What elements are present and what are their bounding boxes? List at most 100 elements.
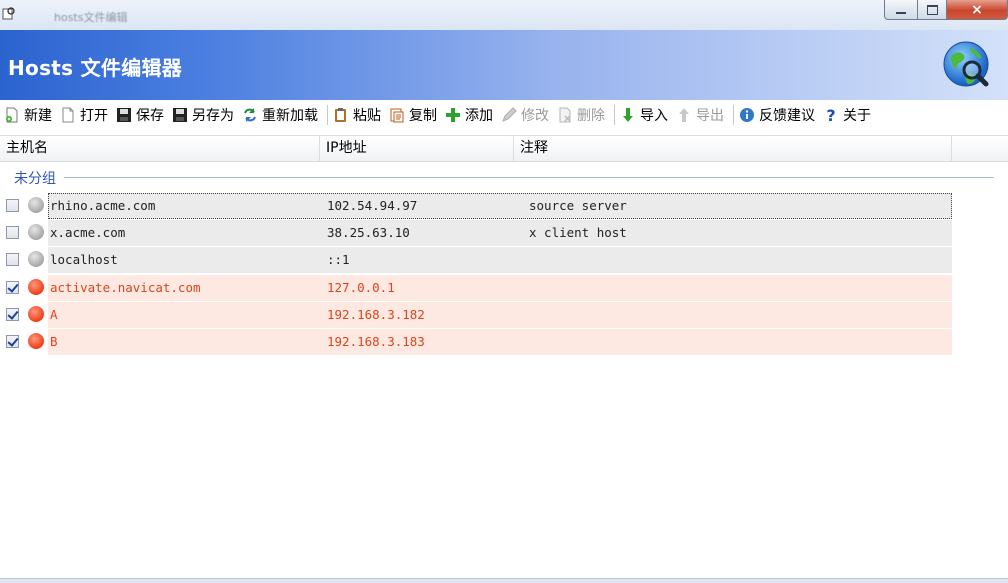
status-on-icon <box>28 333 44 349</box>
host-cell: B <box>50 334 58 349</box>
note-cell: x client host <box>529 225 627 240</box>
ip-cell: 38.25.63.10 <box>327 225 410 240</box>
row-checkbox[interactable] <box>6 226 19 239</box>
import-icon <box>620 107 636 123</box>
toolbar-separator <box>614 105 615 125</box>
group-header[interactable]: 未分组 <box>14 168 56 188</box>
row-cells: activate.navicat.com 127.0.0.1 <box>48 275 952 301</box>
row-checkbox[interactable] <box>6 308 19 321</box>
add-label: 添加 <box>465 108 493 124</box>
status-off-icon <box>28 224 44 240</box>
delete-label: 删除 <box>577 108 605 124</box>
feedback-button[interactable]: 反馈建议 <box>737 102 821 128</box>
row-cells: rhino.acme.com 102.54.94.97 source serve… <box>48 193 952 219</box>
host-row[interactable]: A 192.168.3.182 <box>0 302 952 328</box>
window-title: hosts文件编辑 <box>54 11 128 24</box>
host-cell: activate.navicat.com <box>50 280 201 295</box>
host-row[interactable]: x.acme.com 38.25.63.10 x client host <box>0 220 952 246</box>
toolbar: 新建 打开 保存 另存为 重新加载 粘贴 复制 添加 修改 删除 导入 导出 反… <box>0 100 1008 130</box>
copy-icon <box>389 107 405 123</box>
save-button[interactable]: 保存 <box>114 102 170 128</box>
export-button[interactable]: 导出 <box>674 102 730 128</box>
row-checkbox[interactable] <box>6 281 19 294</box>
delete-button[interactable]: 删除 <box>555 102 611 128</box>
column-ip[interactable]: IP地址 <box>320 136 514 161</box>
close-button[interactable]: × <box>947 0 1008 20</box>
group-divider <box>64 177 994 178</box>
window-controls: × <box>884 0 1008 20</box>
paste-button[interactable]: 粘贴 <box>331 102 387 128</box>
close-icon: × <box>971 1 983 18</box>
status-off-icon <box>28 197 44 213</box>
copy-button[interactable]: 复制 <box>387 102 443 128</box>
maximize-button[interactable] <box>918 0 947 20</box>
paste-label: 粘贴 <box>353 108 381 124</box>
window-bottom-border <box>0 578 1008 583</box>
host-cell: x.acme.com <box>50 225 126 240</box>
column-filler <box>952 136 1008 161</box>
ip-cell: 192.168.3.182 <box>327 307 425 322</box>
host-cell: A <box>50 307 58 322</box>
about-label: 关于 <box>843 108 871 124</box>
open-label: 打开 <box>80 108 108 124</box>
ip-cell: 102.54.94.97 <box>327 198 418 213</box>
row-checkbox[interactable] <box>6 199 19 212</box>
host-cell: rhino.acme.com <box>50 198 156 213</box>
column-note[interactable]: 注释 <box>514 136 952 161</box>
save-as-button[interactable]: 另存为 <box>170 102 240 128</box>
reload-label: 重新加载 <box>262 108 318 124</box>
row-cells: B 192.168.3.183 <box>48 329 952 355</box>
column-header: 主机名 IP地址 注释 <box>0 135 1008 162</box>
new-file-icon <box>4 107 20 123</box>
row-checkbox[interactable] <box>6 253 19 266</box>
maximize-icon <box>926 4 938 15</box>
status-off-icon <box>28 251 44 267</box>
row-cells: localhost ::1 <box>48 247 952 273</box>
host-row[interactable]: localhost ::1 <box>0 247 952 273</box>
toolbar-separator <box>733 105 734 125</box>
row-cells: A 192.168.3.182 <box>48 302 952 328</box>
edit-label: 修改 <box>521 108 549 124</box>
minimize-icon <box>896 11 906 14</box>
host-row[interactable]: activate.navicat.com 127.0.0.1 <box>0 275 952 301</box>
new-label: 新建 <box>24 108 52 124</box>
feedback-label: 反馈建议 <box>759 108 815 124</box>
about-button[interactable]: ? 关于 <box>821 102 877 128</box>
app-icon <box>2 7 15 20</box>
edit-icon <box>501 107 517 123</box>
add-button[interactable]: 添加 <box>443 102 499 128</box>
note-cell: source server <box>529 198 627 213</box>
row-cells: x.acme.com 38.25.63.10 x client host <box>48 220 952 246</box>
host-row[interactable]: rhino.acme.com 102.54.94.97 source serve… <box>0 193 952 219</box>
add-icon <box>445 107 461 123</box>
ip-cell: 127.0.0.1 <box>327 280 395 295</box>
minimize-button[interactable] <box>884 0 918 20</box>
host-cell: localhost <box>50 252 118 267</box>
host-row[interactable]: B 192.168.3.183 <box>0 329 952 355</box>
globe-magnifier-icon <box>943 41 989 87</box>
toolbar-separator <box>327 105 328 125</box>
save-as-label: 另存为 <box>192 108 234 124</box>
ip-cell: ::1 <box>327 252 350 267</box>
save-as-icon <box>172 107 188 123</box>
open-file-icon <box>60 107 76 123</box>
status-on-icon <box>28 306 44 322</box>
save-label: 保存 <box>136 108 164 124</box>
copy-label: 复制 <box>409 108 437 124</box>
import-button[interactable]: 导入 <box>618 102 674 128</box>
info-icon <box>739 107 755 123</box>
open-button[interactable]: 打开 <box>58 102 114 128</box>
window-titlebar: hosts文件编辑 × <box>0 0 1008 30</box>
ip-cell: 192.168.3.183 <box>327 334 425 349</box>
edit-button[interactable]: 修改 <box>499 102 555 128</box>
app-title: Hosts 文件编辑器 <box>8 56 183 80</box>
row-checkbox[interactable] <box>6 335 19 348</box>
import-label: 导入 <box>640 108 668 124</box>
reload-button[interactable]: 重新加载 <box>240 102 324 128</box>
new-button[interactable]: 新建 <box>2 102 58 128</box>
status-on-icon <box>28 279 44 295</box>
export-icon <box>676 107 692 123</box>
column-host[interactable]: 主机名 <box>0 136 320 161</box>
save-icon <box>116 107 132 123</box>
paste-icon <box>333 107 349 123</box>
